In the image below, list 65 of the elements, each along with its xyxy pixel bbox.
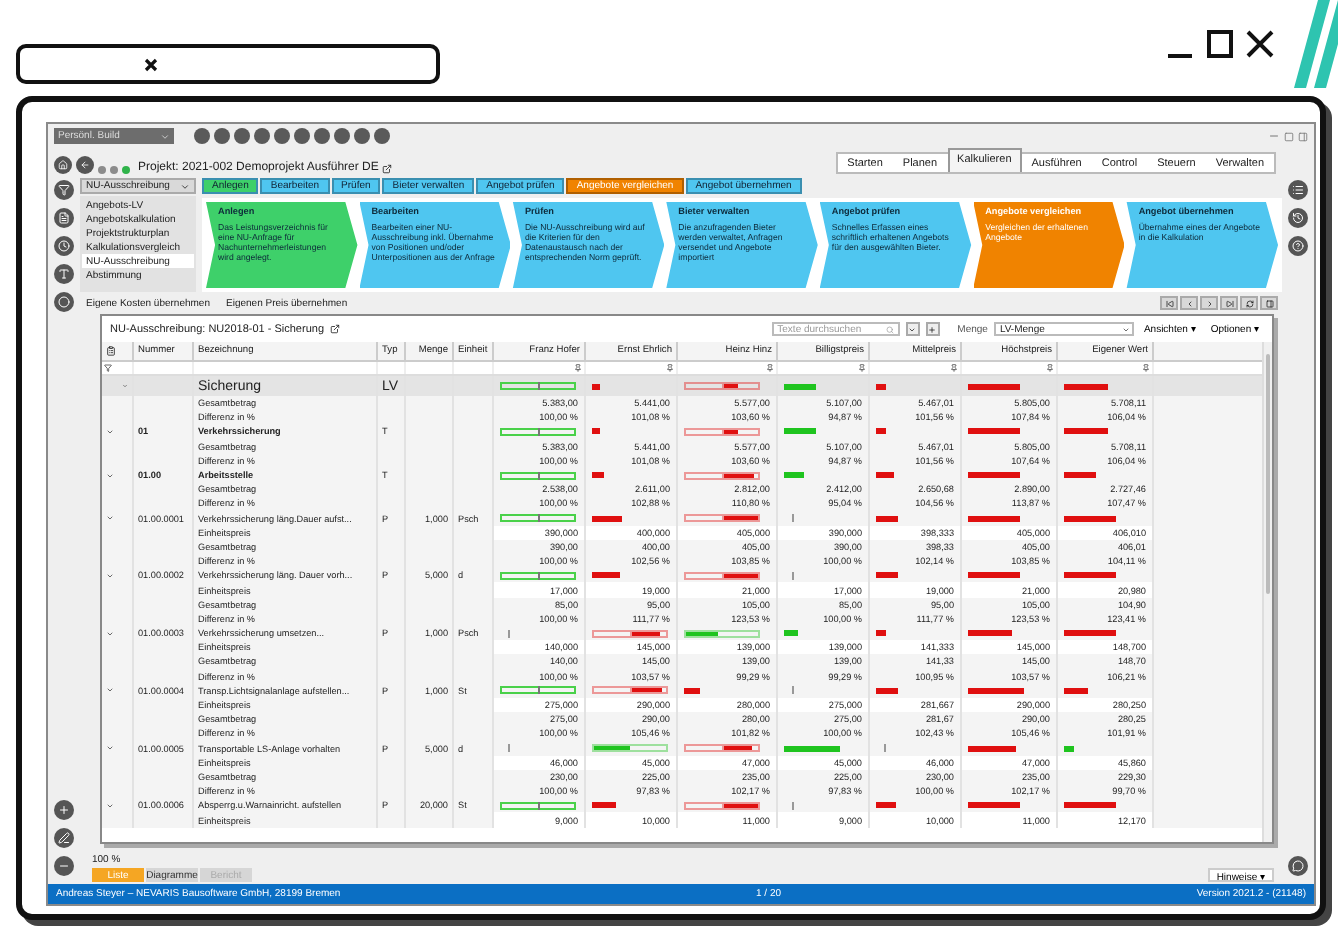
filter-icon[interactable]: [54, 180, 74, 200]
maximize-icon[interactable]: [1206, 28, 1234, 60]
close-icon[interactable]: [144, 57, 158, 71]
circle-icon[interactable]: [254, 128, 270, 144]
reference-bar: [500, 571, 576, 580]
circle-icon[interactable]: [214, 128, 230, 144]
close-icon[interactable]: [1246, 28, 1274, 60]
reference-bar: [500, 471, 576, 480]
circle-icon[interactable]: [374, 128, 390, 144]
external-link-icon[interactable]: [330, 324, 340, 334]
plus-icon[interactable]: [54, 800, 74, 820]
first-button[interactable]: [1160, 296, 1178, 310]
add-button[interactable]: [925, 322, 940, 336]
circle-icon[interactable]: [234, 128, 250, 144]
pin-icon[interactable]: [858, 364, 866, 372]
baseline-tick: [792, 686, 794, 695]
panel-button[interactable]: [1260, 296, 1278, 310]
pin-icon[interactable]: [950, 364, 958, 372]
pin-icon[interactable]: [1046, 364, 1054, 372]
edit-icon[interactable]: [54, 828, 74, 848]
circle-icon[interactable]: [334, 128, 350, 144]
text-icon[interactable]: [54, 264, 74, 284]
filter-icon[interactable]: [104, 364, 112, 372]
baseline-tick: [508, 629, 510, 638]
back-icon[interactable]: [76, 156, 94, 174]
chevron-icon: [160, 131, 170, 141]
last-button[interactable]: [1220, 296, 1238, 310]
pin-icon[interactable]: [1142, 364, 1150, 372]
skip-forward-icon: [1225, 299, 1233, 307]
minus-icon[interactable]: [54, 856, 74, 876]
reference-bar: [500, 382, 576, 390]
history-icon[interactable]: [1288, 208, 1308, 228]
pin-icon[interactable]: [574, 364, 582, 372]
skip-back-icon: [1165, 299, 1173, 307]
baseline-tick: [792, 801, 794, 810]
clock-icon[interactable]: [54, 236, 74, 256]
pin-icon[interactable]: [666, 364, 674, 372]
baseline-tick: [792, 514, 794, 523]
circle-icon[interactable]: [274, 128, 290, 144]
circle-icon[interactable]: [354, 128, 370, 144]
refresh-button[interactable]: [1240, 296, 1258, 310]
reference-bar: [500, 686, 576, 695]
chat-icon[interactable]: [1288, 856, 1308, 876]
baseline-tick: [792, 571, 794, 580]
baseline-tick: [508, 744, 510, 753]
stripes-drawing: [1290, 0, 1338, 88]
plus-icon: [928, 325, 937, 333]
document-icon[interactable]: [54, 208, 74, 228]
chevron-icon: [180, 181, 190, 191]
reference-bar: [500, 514, 576, 523]
circle-icon[interactable]: [314, 128, 330, 144]
circle-icon[interactable]: [294, 128, 310, 144]
pin-icon[interactable]: [766, 364, 774, 372]
home-icon[interactable]: [54, 156, 72, 174]
baseline-tick: [884, 744, 886, 753]
external-link-icon[interactable]: [382, 164, 393, 174]
restore-icon[interactable]: [1298, 131, 1308, 141]
help-icon[interactable]: [1288, 236, 1308, 256]
panel-icon: [1265, 299, 1273, 307]
list-icon[interactable]: [1288, 180, 1308, 200]
scrollbar[interactable]: [1262, 342, 1272, 842]
reference-bar: [500, 801, 576, 810]
circle-icon[interactable]: [194, 128, 210, 144]
reference-bar: [500, 427, 576, 436]
refresh-icon: [1245, 299, 1253, 307]
